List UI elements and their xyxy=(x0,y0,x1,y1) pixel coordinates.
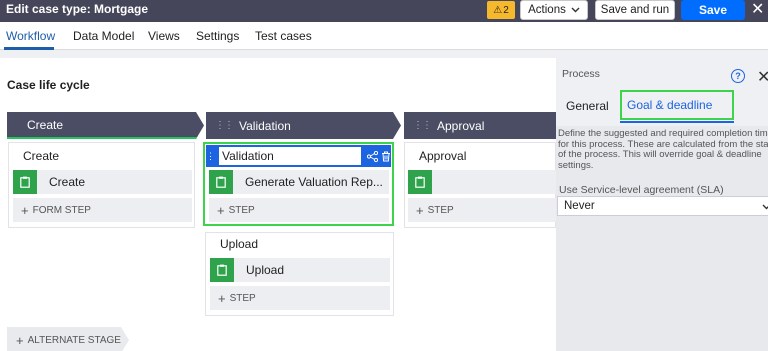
help-icon[interactable]: ? xyxy=(731,69,745,83)
stage-header-validation[interactable]: ⋮⋮ Validation xyxy=(206,112,401,139)
tab-general[interactable]: General xyxy=(566,99,609,113)
clipboard-icon xyxy=(210,258,234,282)
tab-bar: Workflow Data Model Views Settings Test … xyxy=(0,22,768,50)
process-name[interactable]: Upload xyxy=(220,237,258,251)
add-step-label: STEP xyxy=(229,292,256,304)
step-upload[interactable]: Upload xyxy=(210,258,390,282)
step-label: Generate Valuation Rep... xyxy=(245,175,383,189)
stage-header-approval[interactable]: ⋮⋮ Approval xyxy=(404,112,564,139)
drag-handle-icon[interactable]: ⋮⋮ xyxy=(215,120,233,131)
panel-label: Process xyxy=(562,68,600,80)
add-step-button[interactable]: + STEP xyxy=(210,286,390,310)
actions-button[interactable]: Actions xyxy=(520,0,588,20)
sla-selected-value: Never xyxy=(564,200,595,212)
chevron-down-icon xyxy=(571,7,580,13)
clipboard-icon xyxy=(209,170,233,194)
step-label: Create xyxy=(49,175,86,189)
tab-views[interactable]: Views xyxy=(148,29,180,43)
active-tab-indicator xyxy=(620,121,734,123)
tab-data-model[interactable]: Data Model xyxy=(73,29,134,43)
process-name[interactable]: Create xyxy=(23,149,59,163)
save-button[interactable]: Save xyxy=(681,0,745,20)
plus-icon: + xyxy=(218,290,226,306)
lifecycle-title: Case life cycle xyxy=(7,78,90,92)
sla-label: Use Service-level agreement (SLA) xyxy=(559,184,724,196)
drag-handle-icon[interactable]: ⋮⋮ xyxy=(413,120,431,131)
stage-name: Validation xyxy=(239,118,291,133)
step-approval[interactable] xyxy=(408,170,556,194)
plus-icon: + xyxy=(416,202,424,218)
add-step-label: FORM STEP xyxy=(32,204,91,216)
add-step-button[interactable]: + STEP xyxy=(209,198,389,222)
add-alternate-stage-button[interactable]: + ALTERNATE STAGE xyxy=(7,327,129,351)
tab-workflow[interactable]: Workflow xyxy=(6,29,55,43)
step-create[interactable]: Create xyxy=(13,170,192,194)
close-icon[interactable]: ✕ xyxy=(757,67,768,87)
plus-icon: + xyxy=(217,202,225,218)
save-and-run-button[interactable]: Save and run xyxy=(595,0,675,20)
warning-icon: ⚠ xyxy=(493,4,503,16)
plus-icon: + xyxy=(16,332,24,348)
clipboard-icon xyxy=(13,170,37,194)
page-title: Edit case type: Mortgage xyxy=(6,2,149,16)
add-form-step-button[interactable]: + FORM STEP xyxy=(13,198,192,222)
add-step-label: STEP xyxy=(427,204,454,216)
step-label: Upload xyxy=(246,263,285,277)
warning-count: 2 xyxy=(503,4,509,16)
plus-icon: + xyxy=(21,202,29,218)
process-edit-bar[interactable]: ⋮⋮ Validation xyxy=(206,145,391,167)
close-icon[interactable]: ✕ xyxy=(751,0,764,20)
step-generate-valuation[interactable]: Generate Valuation Rep... xyxy=(209,170,389,194)
tab-settings[interactable]: Settings xyxy=(196,29,239,43)
process-name-input[interactable]: Validation xyxy=(218,146,362,166)
active-tab-indicator xyxy=(4,47,54,50)
stage-name: Create xyxy=(27,117,64,132)
stage-name: Approval xyxy=(437,118,485,133)
add-step-label: STEP xyxy=(228,204,255,216)
alternate-stage-label: ALTERNATE STAGE xyxy=(27,334,121,346)
stage-header-create[interactable]: Create xyxy=(7,112,204,139)
clipboard-icon xyxy=(408,170,432,194)
process-flow-icon[interactable] xyxy=(367,150,378,162)
trash-icon[interactable] xyxy=(381,151,391,162)
sla-select[interactable]: Never xyxy=(557,196,768,216)
panel-description: Define the suggested and required comple… xyxy=(558,128,768,171)
tab-test-cases[interactable]: Test cases xyxy=(255,29,312,43)
warning-badge[interactable]: ⚠ 2 xyxy=(487,1,515,19)
process-name[interactable]: Approval xyxy=(419,149,466,163)
actions-label: Actions xyxy=(528,4,566,16)
chevron-down-icon xyxy=(762,204,768,210)
tab-goal-deadline[interactable]: Goal & deadline xyxy=(620,90,734,120)
add-step-button[interactable]: + STEP xyxy=(408,198,556,222)
drag-handle-icon[interactable]: ⋮⋮ xyxy=(206,151,224,162)
